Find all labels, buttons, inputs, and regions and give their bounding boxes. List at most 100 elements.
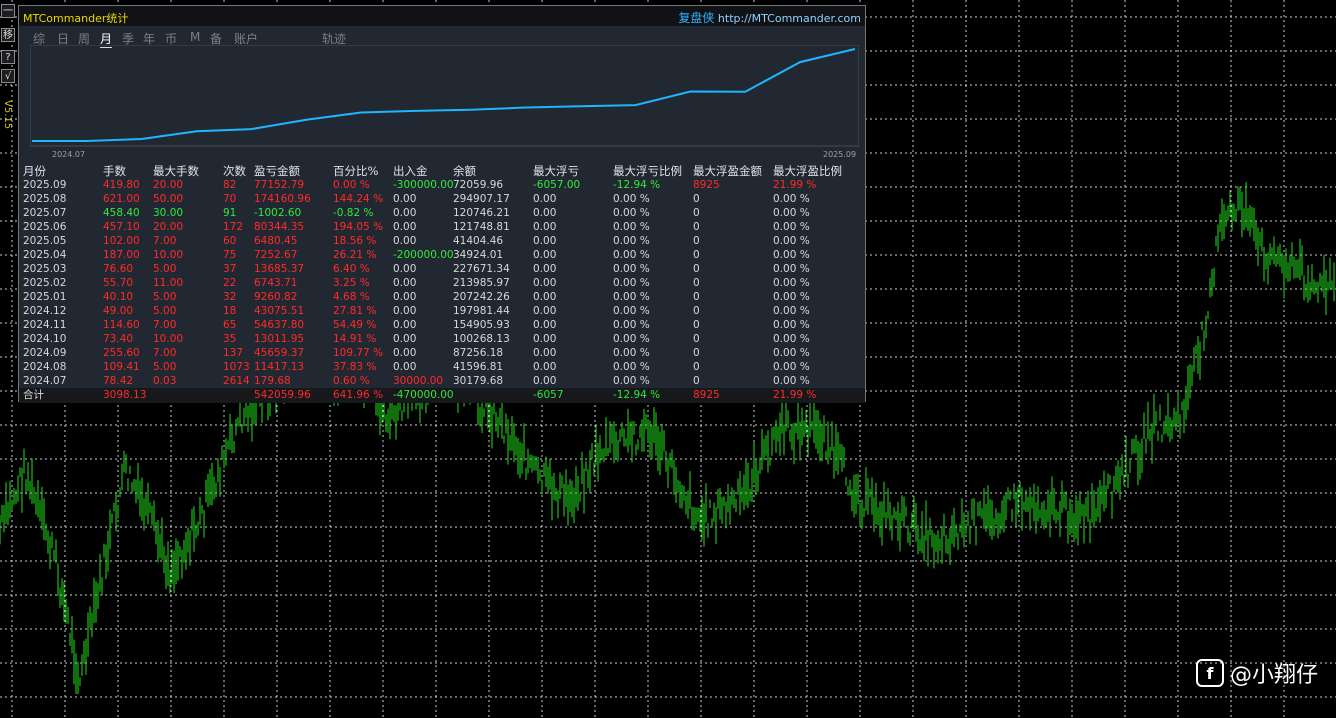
table-cell: 2025.06	[23, 221, 67, 233]
table-cell: 0.00 %	[613, 277, 650, 289]
table-cell: 1073	[223, 361, 250, 373]
table-row: 2025.05 102.00 7.00 60 6480.45 18.56 % 0.00 414…	[19, 234, 865, 248]
table-cell: 50.00	[153, 193, 184, 205]
table-cell: 0.00	[393, 207, 417, 219]
brand-link[interactable]: 复盘侠 http://MTCommander.com	[678, 9, 861, 26]
table-cell: 0	[693, 291, 700, 303]
table-cell: 255.60	[103, 347, 140, 359]
header-cell: 手数	[103, 164, 126, 178]
table-cell: 21.99 %	[773, 179, 817, 191]
table-cell: 76.60	[103, 263, 134, 275]
table-cell: 0.00	[533, 207, 557, 219]
watermark-logo-icon: f	[1195, 659, 1224, 687]
table-cell: 0.00 %	[613, 333, 650, 345]
table-cell: 0.00 %	[773, 305, 810, 317]
table-cell: 0.00	[533, 347, 557, 359]
table-cell: 0.00 %	[613, 361, 650, 373]
equity-start-label: 2024.07	[52, 150, 85, 159]
table-cell: 10.00	[153, 333, 184, 345]
table-cell: 6480.45	[254, 235, 298, 247]
table-cell: 0.00	[393, 333, 417, 345]
table-row: 2024.07 78.42 0.03 2614 179.68 0.60 % 30000.00…	[19, 374, 865, 388]
table-cell: 0.00	[393, 235, 417, 247]
table-cell: 121748.81	[453, 221, 510, 233]
table-cell: 294907.17	[453, 193, 510, 205]
brand-url[interactable]: http://MTCommander.com	[718, 12, 861, 25]
table-cell: -1002.60	[254, 207, 302, 219]
table-cell: 0.60 %	[333, 375, 370, 387]
table-cell: 458.40	[103, 207, 140, 219]
table-cell: 0.00 %	[773, 207, 810, 219]
table-cell: 0.00 %	[613, 235, 650, 247]
table-cell: 30000.00	[393, 375, 444, 387]
table-cell: 0	[693, 193, 700, 205]
table-cell: 0.00	[533, 291, 557, 303]
table-cell: 41596.81	[453, 361, 504, 373]
table-cell: 0.00 %	[613, 193, 650, 205]
table-cell: 0.00	[393, 277, 417, 289]
table-cell: 6743.71	[254, 277, 298, 289]
table-cell: 9260.82	[254, 291, 298, 303]
table-cell: 2024.07	[23, 375, 67, 387]
table-cell: 0.00 %	[613, 207, 650, 219]
help-button[interactable]: ?	[1, 50, 15, 64]
table-cell: 2025.08	[23, 193, 67, 205]
table-cell: 2024.08	[23, 361, 67, 373]
table-cell: 197981.44	[453, 305, 510, 317]
move-button[interactable]: 移	[1, 28, 15, 42]
table-cell: 55.70	[103, 277, 134, 289]
table-cell: 2614	[223, 375, 250, 387]
table-cell: 13685.37	[254, 263, 305, 275]
header-cell: 最大浮亏	[533, 164, 579, 178]
table-cell: 0.00 %	[333, 179, 370, 191]
table-cell: 5.00	[153, 305, 177, 317]
table-cell: 102.00	[103, 235, 140, 247]
table-cell: 78.42	[103, 375, 134, 387]
table-cell: 37	[223, 263, 237, 275]
stats-panel: MTCommander统计 复盘侠 http://MTCommander.com…	[18, 5, 866, 403]
panel-titlebar[interactable]: MTCommander统计 复盘侠 http://MTCommander.com	[19, 6, 865, 26]
confirm-button[interactable]: √	[1, 69, 15, 83]
table-cell: 109.77 %	[333, 347, 384, 359]
table-row: 2025.01 40.10 5.00 32 9260.82 4.68 % 0.00 20724…	[19, 290, 865, 304]
table-cell: 0.00	[533, 249, 557, 261]
table-cell: 0.00	[533, 375, 557, 387]
table-cell: 11.00	[153, 277, 184, 289]
table-header-row: 月份 手数 最大手数 次数 盈亏金额 百分比% 出入金 余额 最大浮亏 最大浮亏比例 最大浮盈金额最…	[19, 164, 865, 178]
table-cell: 35	[223, 333, 237, 345]
table-cell: 0.00	[533, 277, 557, 289]
table-cell: 0.00 %	[773, 193, 810, 205]
table-cell: 0.00	[533, 221, 557, 233]
table-cell: 0.00	[533, 319, 557, 331]
table-cell: 109.41	[103, 361, 140, 373]
table-cell: 20.00	[153, 179, 184, 191]
table-cell: 207242.26	[453, 291, 510, 303]
table-cell: 22	[223, 277, 237, 289]
table-cell: 0	[693, 235, 700, 247]
table-cell: 0.00 %	[613, 291, 650, 303]
table-cell: 0.00 %	[773, 375, 810, 387]
table-cell: 2024.12	[23, 305, 67, 317]
table-cell: 0	[693, 375, 700, 387]
table-cell: 2024.10	[23, 333, 67, 345]
table-cell: 0.00 %	[613, 305, 650, 317]
table-cell: 0	[693, 221, 700, 233]
header-cell: 百分比%	[333, 164, 379, 178]
table-row: 2024.12 49.00 5.00 18 43075.51 27.81 % 0.00 197…	[19, 304, 865, 318]
table-cell: 45659.37	[254, 347, 305, 359]
table-cell: 4.68 %	[333, 291, 370, 303]
panel-title: MTCommander统计	[23, 12, 129, 25]
header-cell: 最大浮盈比例	[773, 164, 842, 178]
table-cell: 34924.01	[453, 249, 504, 261]
table-cell: 0.03	[153, 375, 177, 387]
tab-7[interactable]: M	[190, 30, 200, 44]
table-cell: -0.82 %	[333, 207, 374, 219]
table-cell: 0.00 %	[613, 221, 650, 233]
table-cell: 419.80	[103, 179, 140, 191]
table-cell: 0	[693, 305, 700, 317]
table-cell: -300000.00	[393, 179, 454, 191]
table-cell: 2025.01	[23, 291, 67, 303]
table-cell: 0.00 %	[773, 221, 810, 233]
table-cell: 82	[223, 179, 237, 191]
minimize-button[interactable]: 一	[1, 4, 15, 18]
